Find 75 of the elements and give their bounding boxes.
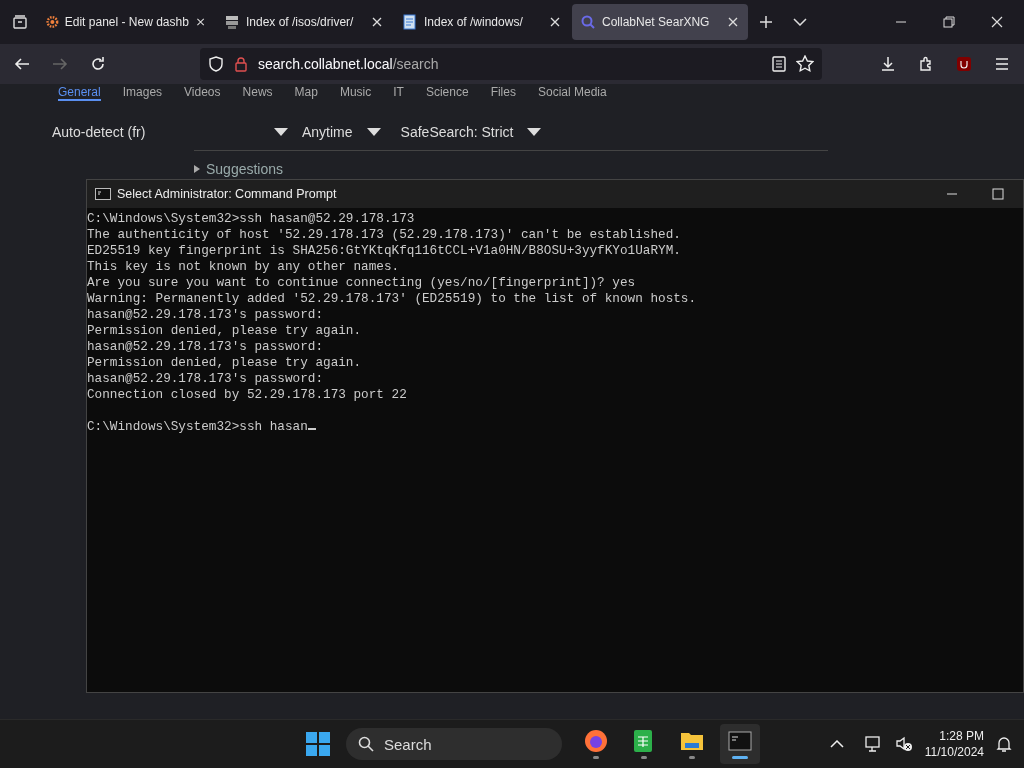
windows-logo-icon xyxy=(306,732,330,756)
terminal-line: C:\Windows\System32>ssh hasan@52.29.178.173 xyxy=(87,211,416,227)
category-tab[interactable]: Files xyxy=(490,85,516,101)
forward-arrow-icon xyxy=(52,56,68,72)
restore-icon xyxy=(943,16,955,28)
browser-tab[interactable]: Index of /windows/ xyxy=(394,4,570,40)
triangle-right-icon xyxy=(194,165,200,173)
close-icon[interactable] xyxy=(370,15,384,29)
terminal-line: Permission denied, please try again. xyxy=(87,355,363,371)
browser-tab[interactable]: Edit panel - New dashb xyxy=(38,4,214,40)
command-prompt: C:\Windows\System32>ssh hasan xyxy=(87,419,308,434)
url-text: search.collabnet.local/search xyxy=(258,56,440,72)
plus-icon xyxy=(759,15,773,29)
bell-icon[interactable] xyxy=(996,735,1012,753)
browser-icon xyxy=(584,729,608,753)
download-icon xyxy=(880,56,896,72)
server-icon xyxy=(224,14,240,30)
filter-dropdown[interactable]: Auto-detect (fr) xyxy=(52,124,288,140)
puzzle-icon xyxy=(918,56,934,72)
category-tab[interactable]: Images xyxy=(122,85,163,101)
terminal-line: hasan@52.29.178.173's password: xyxy=(87,307,325,323)
close-icon[interactable] xyxy=(548,15,562,29)
taskbar-app[interactable] xyxy=(720,724,760,764)
shield-badge-icon xyxy=(956,56,972,72)
reload-icon xyxy=(90,56,106,72)
terminal-line: hasan@52.29.178.173's password: xyxy=(87,371,325,387)
address-bar[interactable]: search.collabnet.local/search xyxy=(200,48,822,80)
close-icon[interactable] xyxy=(726,15,740,29)
back-arrow-icon xyxy=(14,56,30,72)
window-stack-icon xyxy=(12,14,28,30)
category-tab[interactable]: General xyxy=(58,85,101,101)
speaker-muted-icon[interactable] xyxy=(894,735,913,753)
taskbar-search[interactable]: Search xyxy=(346,728,562,760)
network-icon[interactable] xyxy=(864,735,883,753)
category-tab[interactable]: Music xyxy=(339,85,372,101)
reader-view-icon[interactable] xyxy=(772,56,786,72)
close-icon xyxy=(991,16,1003,28)
caret-icon xyxy=(366,128,381,136)
category-tab[interactable]: Social Media xyxy=(537,85,607,101)
category-tab[interactable]: Videos xyxy=(184,85,221,101)
terminal-line: Are you sure you want to continue connecting (yes/no/[fingerprint])? yes xyxy=(87,275,637,291)
chevron-up-icon xyxy=(829,740,844,748)
search-icon xyxy=(358,736,374,752)
shield-icon xyxy=(208,56,224,72)
caret-icon xyxy=(527,128,542,136)
menu-icon xyxy=(994,56,1010,72)
category-tab[interactable]: Map xyxy=(294,85,318,101)
browser-tab[interactable]: CollabNet SearXNG xyxy=(572,4,748,40)
category-tab[interactable]: Science xyxy=(425,85,469,101)
terminal-icon xyxy=(728,729,752,753)
suggestions-toggle[interactable]: Suggestions xyxy=(194,161,284,177)
lock-icon xyxy=(234,56,248,72)
clock-time: 1:28 PM xyxy=(939,728,984,744)
chevron-down-icon xyxy=(793,18,807,26)
terminal-line: Permission denied, please try again. xyxy=(87,323,363,339)
terminal-line: Connection closed by 52.29.178.173 port 22 xyxy=(87,387,408,403)
terminal-line: Warning: Permanently added '52.29.178.173' (ED25519) to the list of known hosts. xyxy=(87,291,698,307)
terminal-icon xyxy=(95,188,111,200)
terminal-line: This key is not known by any other names. xyxy=(87,259,401,275)
star-icon[interactable] xyxy=(796,55,814,73)
document-icon xyxy=(402,14,418,30)
search-logo-icon xyxy=(580,14,596,30)
terminal-line: hasan@52.29.178.173's password: xyxy=(87,339,325,355)
browser-tab[interactable]: Index of /isos/driver/ xyxy=(216,4,392,40)
caret-icon xyxy=(274,128,288,136)
category-tab[interactable]: News xyxy=(242,85,273,101)
terminal-line: The authenticity of host '52.29.178.173 (52.29.178.173)' can't be established. xyxy=(87,227,682,243)
clock-date: 11/10/2024 xyxy=(924,744,984,760)
maximize-icon xyxy=(992,188,1004,200)
terminal-line: ED25519 key fingerprint is SHA256:GtYKtqKfq116tCCL+V1a0HN/B8OSU+3yyfKYo1UaRYM. xyxy=(87,243,682,259)
filter-dropdown[interactable]: Anytime xyxy=(302,124,381,140)
category-tab[interactable]: IT xyxy=(393,85,404,101)
window-title: Select Administrator: Command Prompt xyxy=(117,187,338,201)
filter-dropdown[interactable]: SafeSearch: Strict xyxy=(400,124,542,140)
gear-icon xyxy=(46,14,59,30)
